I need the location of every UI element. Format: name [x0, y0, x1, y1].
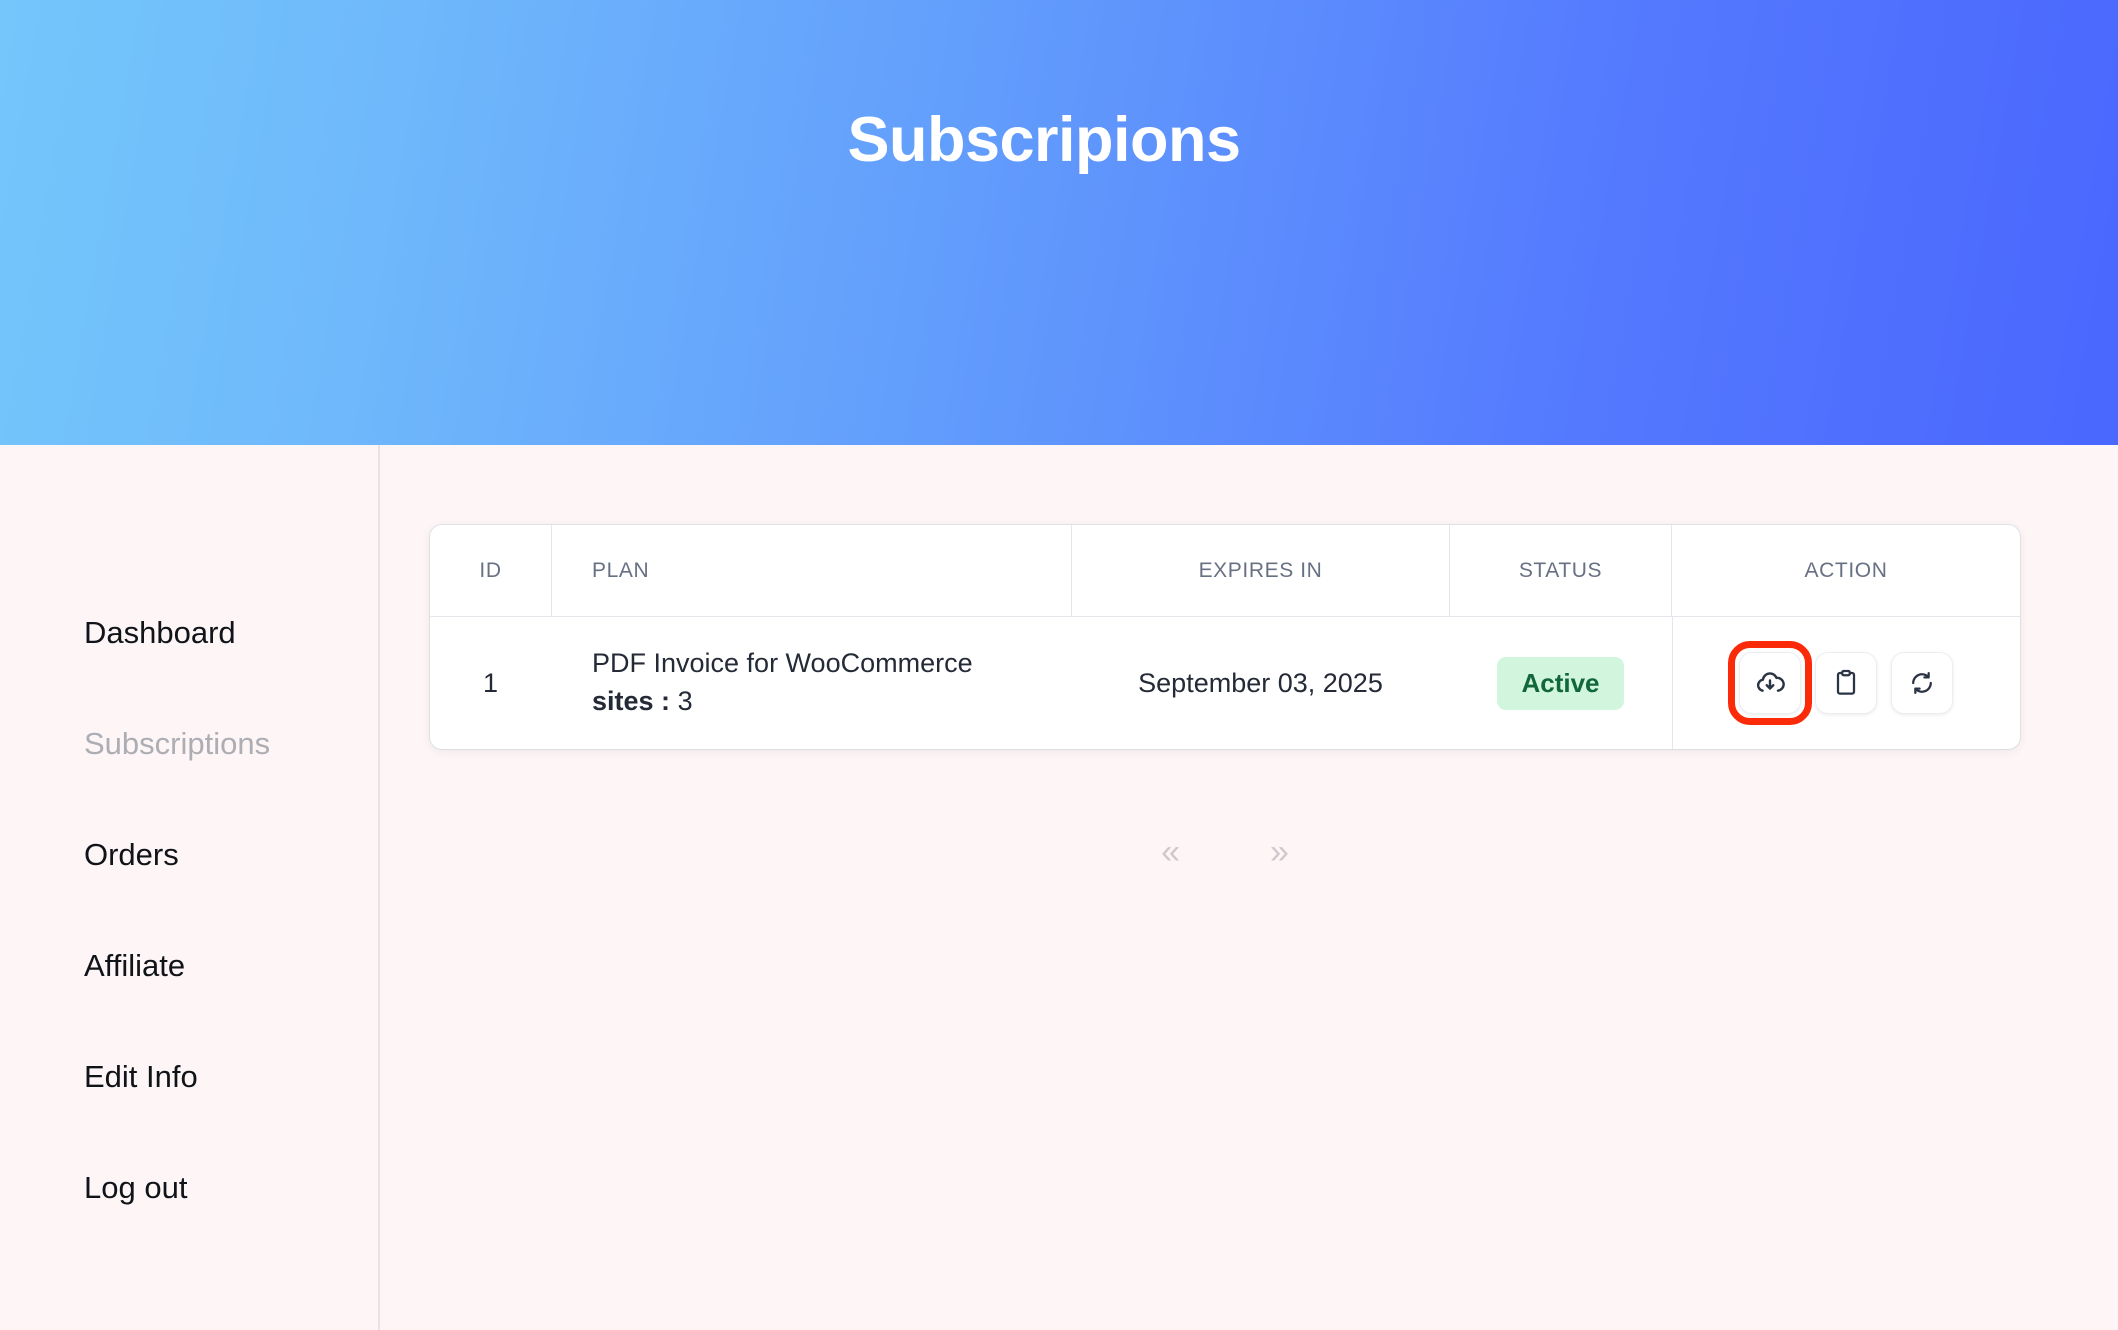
expires-in-value: September 03, 2025 [1138, 667, 1383, 698]
column-header-action: ACTION [1804, 558, 1888, 582]
sidebar-item-log-out[interactable]: Log out [84, 1172, 380, 1203]
sidebar-nav: Dashboard Subscriptions Orders Affiliate… [84, 617, 380, 1203]
column-header-status: STATUS [1450, 525, 1672, 616]
cell-action [1672, 617, 2020, 749]
plan-sites-meta: sites : 3 [592, 684, 693, 720]
clipboard-icon [1830, 667, 1862, 699]
refresh-icon [1906, 667, 1938, 699]
row-id-value: 1 [482, 667, 499, 698]
table-header-row: ID PLAN EXPIRES IN STATUS ACTION [430, 525, 2020, 617]
hero-banner: Subscripions [0, 0, 2118, 445]
plan-sites-label: sites : [592, 686, 671, 716]
cloud-download-icon [1753, 666, 1787, 700]
page-body: Dashboard Subscriptions Orders Affiliate… [0, 445, 2118, 1330]
cell-status: Active [1450, 617, 1672, 749]
status-badge: Active [1497, 656, 1624, 710]
column-header-plan: PLAN [552, 525, 1072, 616]
pagination-next-button[interactable]: » [1262, 831, 1297, 873]
pagination-prev-button[interactable]: « [1153, 831, 1188, 873]
plan-sites-value: 3 [677, 686, 693, 716]
page-title: Subscripions [847, 105, 1241, 175]
copy-license-button[interactable] [1815, 652, 1877, 714]
table-row: 1 PDF Invoice for WooCommerce sites : 3 … [430, 617, 2020, 749]
download-invoice-button[interactable] [1728, 641, 1812, 725]
plan-name: PDF Invoice for WooCommerce [592, 648, 973, 679]
renew-subscription-button[interactable] [1891, 652, 1953, 714]
sidebar: Dashboard Subscriptions Orders Affiliate… [0, 445, 380, 1330]
sidebar-item-orders[interactable]: Orders [84, 839, 380, 870]
sidebar-item-dashboard[interactable]: Dashboard [84, 617, 380, 648]
column-header-expires: EXPIRES IN [1072, 525, 1450, 616]
sidebar-item-edit-info[interactable]: Edit Info [84, 1061, 380, 1092]
cell-id: 1 [430, 617, 552, 749]
subscriptions-table: ID PLAN EXPIRES IN STATUS ACTION 1 PDF I… [430, 525, 2020, 749]
cell-expires-in: September 03, 2025 [1072, 617, 1450, 749]
column-header-id: ID [430, 525, 552, 616]
action-button-group [1728, 641, 1953, 725]
cell-plan: PDF Invoice for WooCommerce sites : 3 [552, 617, 1072, 749]
pagination: « » [430, 831, 2020, 873]
sidebar-item-subscriptions[interactable]: Subscriptions [84, 728, 380, 759]
sidebar-item-affiliate[interactable]: Affiliate [84, 950, 380, 981]
